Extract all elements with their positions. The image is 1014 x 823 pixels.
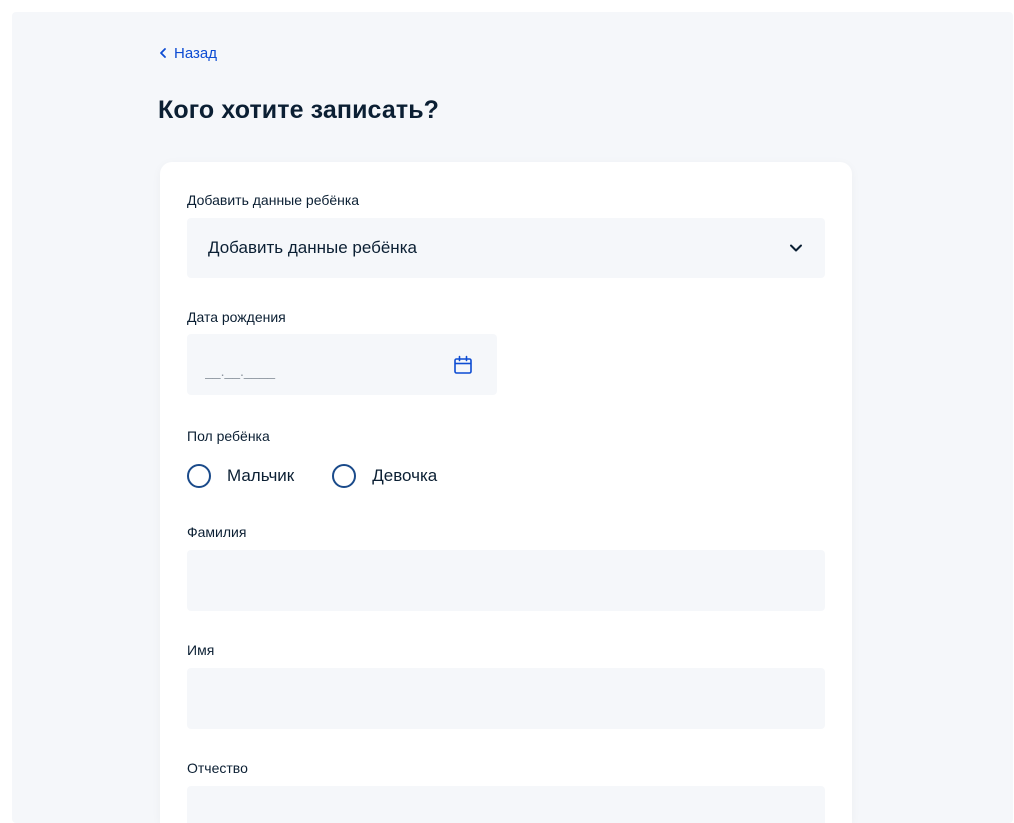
first-name-input[interactable] xyxy=(187,668,825,729)
radio-label: Мальчик xyxy=(227,466,295,485)
page-title: Кого хотите записать? xyxy=(158,96,440,124)
page: Назад Кого хотите записать? Добавить дан… xyxy=(0,0,1014,823)
gender-radio-group: Мальчик Девочка xyxy=(187,464,475,488)
patronymic-label: Отчество xyxy=(187,760,248,776)
child-select[interactable]: Добавить данные ребёнка xyxy=(187,218,825,278)
first-name-label: Имя xyxy=(187,642,215,658)
chevron-left-icon xyxy=(160,48,166,58)
chevron-down-icon xyxy=(790,244,802,252)
birth-date-label: Дата рождения xyxy=(187,309,286,325)
child-select-label: Добавить данные ребёнка xyxy=(187,192,360,208)
gender-option-girl[interactable]: Девочка xyxy=(332,464,437,488)
form-card: Добавить данные ребёнка Добавить данные … xyxy=(160,162,852,823)
last-name-label: Фамилия xyxy=(187,524,247,540)
back-link-label: Назад xyxy=(174,44,217,62)
birth-date-input[interactable] xyxy=(205,362,405,379)
gender-label: Пол ребёнка xyxy=(187,428,270,444)
back-link[interactable]: Назад xyxy=(158,43,217,63)
last-name-input[interactable] xyxy=(187,550,825,611)
birth-date-field[interactable] xyxy=(187,334,497,395)
child-select-value: Добавить данные ребёнка xyxy=(208,238,417,257)
gender-option-boy[interactable]: Мальчик xyxy=(187,464,294,488)
radio-circle[interactable] xyxy=(332,464,357,488)
calendar-icon[interactable] xyxy=(453,355,473,375)
radio-circle[interactable] xyxy=(187,464,211,488)
patronymic-input[interactable] xyxy=(187,786,825,823)
radio-label: Девочка xyxy=(372,466,438,485)
